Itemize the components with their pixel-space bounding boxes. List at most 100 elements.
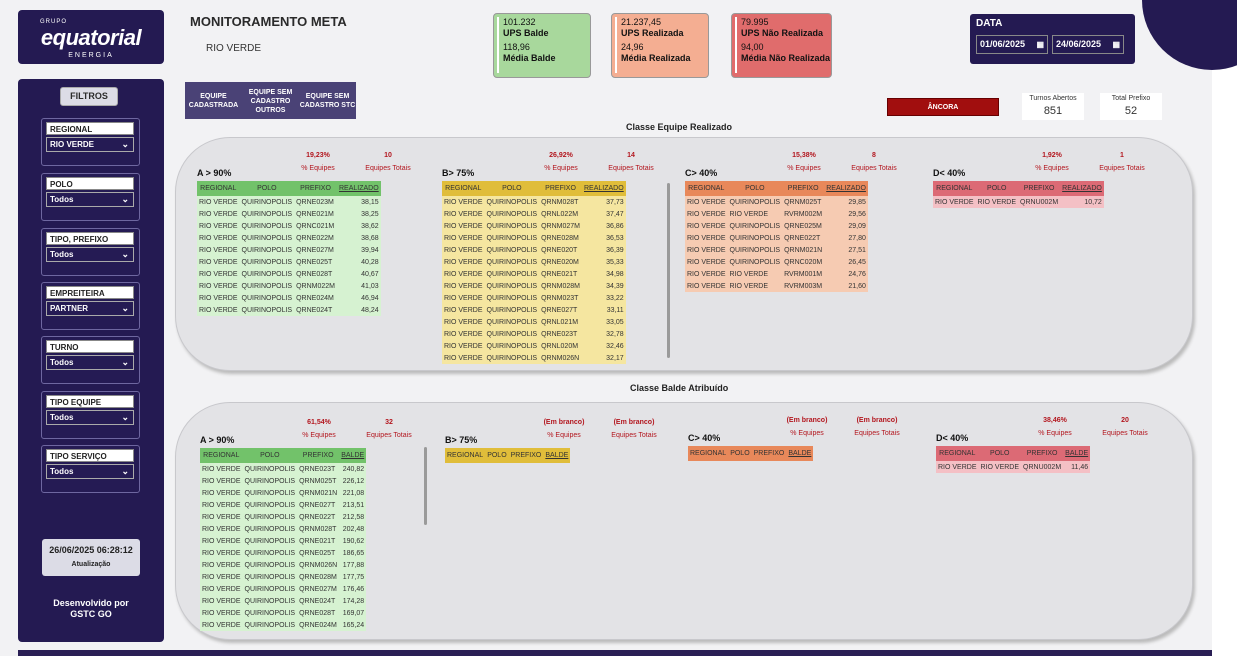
column-header-regional[interactable]: REGIONAL — [688, 446, 729, 461]
ancora-button[interactable]: ÂNCORA — [887, 98, 999, 116]
table-row[interactable]: RIO VERDE QUIRINOPOLIS QRNE022M 38,68 — [197, 232, 381, 244]
table-row[interactable]: RIO VERDE RIO VERDE RVRM002M 29,56 — [685, 208, 868, 220]
table-row[interactable]: RIO VERDE QUIRINOPOLIS QRNE028T 40,67 — [197, 268, 381, 280]
table-row[interactable]: RIO VERDE QUIRINOPOLIS QRNM028M 34,39 — [442, 280, 626, 292]
column-header-value[interactable]: BALDE — [543, 448, 571, 463]
table-row[interactable]: RIO VERDE QUIRINOPOLIS QRNM021N 221,08 — [200, 487, 367, 499]
table-row[interactable]: RIO VERDE QUIRINOPOLIS QRNE021T 190,62 — [200, 535, 367, 547]
equipe-sem-cadastro-outros-button[interactable]: EQUIPE SEM CADASTRO OUTROS — [242, 82, 299, 119]
table-row[interactable]: RIO VERDE QUIRINOPOLIS QRNE022T 27,80 — [685, 232, 868, 244]
table-row[interactable]: RIO VERDE QUIRINOPOLIS QRNM027M 36,86 — [442, 220, 626, 232]
column-header-prefixo[interactable]: PREFIXO — [297, 448, 340, 463]
table-row[interactable]: RIO VERDE QUIRINOPOLIS QRNE021T 34,98 — [442, 268, 626, 280]
table-row[interactable]: RIO VERDE QUIRINOPOLIS QRNE027T 213,51 — [200, 499, 367, 511]
column-header-polo[interactable]: POLO — [242, 448, 298, 463]
table-row[interactable]: RIO VERDE QUIRINOPOLIS QRNC021M 38,62 — [197, 220, 381, 232]
table-row[interactable]: RIO VERDE QUIRINOPOLIS QRNE025T 186,65 — [200, 547, 367, 559]
equipe-cadastrada-button[interactable]: EQUIPE CADASTRADA — [185, 82, 242, 119]
column-header-regional[interactable]: REGIONAL — [936, 446, 979, 461]
column-header-value[interactable]: BALDE — [1063, 446, 1091, 461]
filtros-button[interactable]: FILTROS — [60, 87, 118, 106]
table-row[interactable]: RIO VERDE QUIRINOPOLIS QRNE025T 40,28 — [197, 256, 381, 268]
table-row[interactable]: RIO VERDE QUIRINOPOLIS QRNE028M 177,75 — [200, 571, 367, 583]
calendar-icon[interactable]: ▦ — [1112, 36, 1120, 53]
table-row[interactable]: RIO VERDE QUIRINOPOLIS QRNE023M 38,15 — [197, 196, 381, 208]
column-header-regional[interactable]: REGIONAL — [200, 448, 243, 463]
column-header-regional[interactable]: REGIONAL — [685, 181, 728, 196]
table-row[interactable]: RIO VERDE QUIRINOPOLIS QRNE023T 240,82 — [200, 463, 367, 475]
calendar-icon[interactable]: ▦ — [1036, 36, 1044, 53]
scrollbar-realizado-b[interactable] — [667, 183, 670, 358]
table-row[interactable]: RIO VERDE QUIRINOPOLIS QRNE027T 33,11 — [442, 304, 626, 316]
column-header-polo[interactable]: POLO — [978, 446, 1022, 461]
table-row[interactable]: RIO VERDE QUIRINOPOLIS QRNM028T 37,73 — [442, 196, 626, 208]
table-row[interactable]: RIO VERDE QUIRINOPOLIS QRNM022M 41,03 — [197, 280, 381, 292]
column-header-prefixo[interactable]: PREFIXO — [782, 181, 825, 196]
column-header-regional[interactable]: REGIONAL — [197, 181, 240, 196]
column-header-value[interactable]: REALIZADO — [1060, 181, 1104, 196]
table-row[interactable]: RIO VERDE QUIRINOPOLIS QRNM028T 202,48 — [200, 523, 367, 535]
polo-cell: QUIRINOPOLIS — [484, 352, 540, 364]
table-row[interactable]: RIO VERDE RIO VERDE QRNU002M 11,46 — [936, 461, 1091, 473]
filter-tipo-servico-dropdown[interactable]: Todos ⌄ — [46, 464, 134, 479]
column-header-value[interactable]: BALDE — [339, 448, 367, 463]
filter-empreiteira-dropdown[interactable]: PARTNER ⌄ — [46, 301, 134, 316]
table-row[interactable]: RIO VERDE QUIRINOPOLIS QRNL021M 33,05 — [442, 316, 626, 328]
table-row[interactable]: RIO VERDE QUIRINOPOLIS QRNE027M 176,46 — [200, 583, 367, 595]
table-row[interactable]: RIO VERDE QUIRINOPOLIS QRNM026N 177,88 — [200, 559, 367, 571]
table-row[interactable]: RIO VERDE RIO VERDE RVRM001M 24,76 — [685, 268, 868, 280]
table-row[interactable]: RIO VERDE QUIRINOPOLIS QRNE024M 46,94 — [197, 292, 381, 304]
table-row[interactable]: RIO VERDE QUIRINOPOLIS QRNM025T 29,85 — [685, 196, 868, 208]
table-row[interactable]: RIO VERDE QUIRINOPOLIS QRNL020M 32,46 — [442, 340, 626, 352]
balde-group-1-total-value: (Em branco) — [613, 419, 655, 426]
column-header-polo[interactable]: POLO — [727, 181, 783, 196]
filter-polo-dropdown[interactable]: Todos ⌄ — [46, 192, 134, 207]
column-header-regional[interactable]: REGIONAL — [442, 181, 485, 196]
column-header-value[interactable]: REALIZADO — [582, 181, 626, 196]
column-header-prefixo[interactable]: PREFIXO — [508, 448, 544, 463]
column-header-polo[interactable]: POLO — [975, 181, 1019, 196]
table-row[interactable]: RIO VERDE QUIRINOPOLIS QRNE021M 38,25 — [197, 208, 381, 220]
table-row[interactable]: RIO VERDE QUIRINOPOLIS QRNL022M 37,47 — [442, 208, 626, 220]
column-header-regional[interactable]: REGIONAL — [445, 448, 486, 463]
column-header-prefixo[interactable]: PREFIXO — [1018, 181, 1061, 196]
date-end-field[interactable]: 24/06/2025 ▦ — [1052, 35, 1124, 54]
column-header-value[interactable]: BALDE — [786, 446, 814, 461]
table-row[interactable]: RIO VERDE QUIRINOPOLIS QRNC020M 26,45 — [685, 256, 868, 268]
date-start-field[interactable]: 01/06/2025 ▦ — [976, 35, 1048, 54]
filter-regional-dropdown[interactable]: RIO VERDE ⌄ — [46, 137, 134, 152]
column-header-polo[interactable]: POLO — [485, 448, 509, 463]
filter-tipo-prefixo-dropdown[interactable]: Todos ⌄ — [46, 247, 134, 262]
table-row[interactable]: RIO VERDE QUIRINOPOLIS QRNE024M 165,24 — [200, 619, 367, 631]
table-row[interactable]: RIO VERDE QUIRINOPOLIS QRNM021N 27,51 — [685, 244, 868, 256]
table-row[interactable]: RIO VERDE QUIRINOPOLIS QRNE020M 35,33 — [442, 256, 626, 268]
table-row[interactable]: RIO VERDE QUIRINOPOLIS QRNE024T 48,24 — [197, 304, 381, 316]
column-header-polo[interactable]: POLO — [484, 181, 540, 196]
scrollbar-balde-a[interactable] — [424, 447, 427, 525]
column-header-value[interactable]: REALIZADO — [337, 181, 381, 196]
table-row[interactable]: RIO VERDE QUIRINOPOLIS QRNE025M 29,09 — [685, 220, 868, 232]
table-row[interactable]: RIO VERDE QUIRINOPOLIS QRNE023T 32,78 — [442, 328, 626, 340]
equipe-sem-cadastro-stc-button[interactable]: EQUIPE SEM CADASTRO STC — [299, 82, 356, 119]
column-header-prefixo[interactable]: PREFIXO — [751, 446, 787, 461]
table-row[interactable]: RIO VERDE QUIRINOPOLIS QRNE020T 36,39 — [442, 244, 626, 256]
table-row[interactable]: RIO VERDE RIO VERDE QRNU002M 10,72 — [933, 196, 1104, 208]
column-header-regional[interactable]: REGIONAL — [933, 181, 976, 196]
column-header-polo[interactable]: POLO — [239, 181, 295, 196]
column-header-prefixo[interactable]: PREFIXO — [539, 181, 582, 196]
column-header-value[interactable]: REALIZADO — [824, 181, 868, 196]
table-row[interactable]: RIO VERDE QUIRINOPOLIS QRNM026N 32,17 — [442, 352, 626, 364]
column-header-prefixo[interactable]: PREFIXO — [1021, 446, 1064, 461]
filter-tipo-equipe-dropdown[interactable]: Todos ⌄ — [46, 410, 134, 425]
table-row[interactable]: RIO VERDE QUIRINOPOLIS QRNM023T 33,22 — [442, 292, 626, 304]
table-row[interactable]: RIO VERDE QUIRINOPOLIS QRNE027M 39,94 — [197, 244, 381, 256]
column-header-prefixo[interactable]: PREFIXO — [294, 181, 337, 196]
table-row[interactable]: RIO VERDE QUIRINOPOLIS QRNE028M 36,53 — [442, 232, 626, 244]
table-row[interactable]: RIO VERDE QUIRINOPOLIS QRNE024T 174,28 — [200, 595, 367, 607]
column-header-polo[interactable]: POLO — [728, 446, 752, 461]
table-row[interactable]: RIO VERDE QUIRINOPOLIS QRNM025T 226,12 — [200, 475, 367, 487]
table-row[interactable]: RIO VERDE QUIRINOPOLIS QRNE028T 169,07 — [200, 607, 367, 619]
table-row[interactable]: RIO VERDE RIO VERDE RVRM003M 21,60 — [685, 280, 868, 292]
filter-turno-dropdown[interactable]: Todos ⌄ — [46, 355, 134, 370]
table-row[interactable]: RIO VERDE QUIRINOPOLIS QRNE022T 212,58 — [200, 511, 367, 523]
